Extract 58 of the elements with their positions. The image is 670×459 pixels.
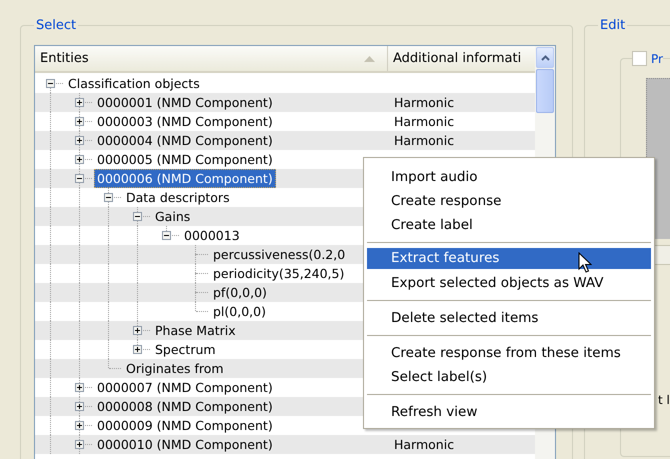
tree-item[interactable]: 0000004 (NMD Component) xyxy=(94,131,276,150)
tree-item[interactable]: 0000005 (NMD Component) xyxy=(94,150,276,169)
field-label: t l xyxy=(658,393,670,407)
expand-icon[interactable] xyxy=(75,155,84,164)
collapse-icon[interactable] xyxy=(104,193,113,202)
tree-item[interactable]: 0000010 (NMD Component) xyxy=(94,435,276,454)
info-cell: Harmonic xyxy=(394,114,454,129)
tree-item[interactable]: 0000007 (NMD Component) xyxy=(94,378,276,397)
tree-item[interactable]: pf(0,0,0) xyxy=(210,283,270,302)
tree-item[interactable]: percussiveness(0.2,0 xyxy=(210,245,348,264)
menu-item[interactable]: Select label(s) xyxy=(367,365,651,389)
collapse-icon[interactable] xyxy=(133,212,142,221)
tree-item[interactable]: pl(0,0,0) xyxy=(210,302,269,321)
tree-item[interactable]: Classification objects xyxy=(65,74,203,93)
tree-item[interactable]: Spectrum xyxy=(152,340,219,359)
expand-icon[interactable] xyxy=(75,421,84,430)
collapse-icon[interactable] xyxy=(46,79,55,88)
info-cell: Harmonic xyxy=(394,95,454,110)
sort-arrow-icon xyxy=(364,56,375,62)
expand-icon[interactable] xyxy=(75,117,84,126)
chevron-up-icon xyxy=(540,54,550,60)
tree-item[interactable]: Gains xyxy=(152,207,194,226)
info-cell: Harmonic xyxy=(394,133,454,148)
menu-item[interactable]: Extract features xyxy=(367,248,651,269)
menu-item[interactable]: Create response from these items xyxy=(367,341,651,365)
expand-icon[interactable] xyxy=(75,383,84,392)
collapse-icon[interactable] xyxy=(162,231,171,240)
menu-item[interactable]: Import audio xyxy=(367,165,651,189)
tree-item[interactable]: Data descriptors xyxy=(123,188,233,207)
tree-item[interactable]: 0000006 (NMD Component) xyxy=(94,169,276,188)
tree-item[interactable]: 0000013 xyxy=(181,226,243,245)
checkbox-label: Pr xyxy=(651,52,663,66)
scroll-up-button[interactable] xyxy=(536,47,554,68)
column-header[interactable]: Entities xyxy=(35,46,388,71)
collapse-icon[interactable] xyxy=(75,174,84,183)
tree-item[interactable]: periodicity(35,240,5) xyxy=(210,264,348,283)
column-header[interactable]: Additional informati xyxy=(388,46,522,71)
info-cell: Harmonic xyxy=(394,437,454,452)
expand-icon[interactable] xyxy=(133,345,142,354)
expand-icon[interactable] xyxy=(75,136,84,145)
menu-item[interactable]: Export selected objects as WAV xyxy=(367,271,651,295)
checkbox[interactable] xyxy=(632,51,647,66)
tree-item[interactable]: 0000003 (NMD Component) xyxy=(94,112,276,131)
menu-item[interactable]: Refresh view xyxy=(367,400,651,424)
scrollbar-thumb[interactable] xyxy=(536,69,554,113)
cursor-icon xyxy=(578,252,592,274)
tree-item[interactable]: Phase Matrix xyxy=(152,321,239,340)
menu-item[interactable]: Delete selected items xyxy=(367,306,651,330)
expand-icon[interactable] xyxy=(133,326,142,335)
menu-item[interactable]: Create label xyxy=(367,213,651,237)
tree-item[interactable]: 0000009 (NMD Component) xyxy=(94,416,276,435)
tree-item[interactable]: 0000001 (NMD Component) xyxy=(94,93,276,112)
group-title: Edit xyxy=(599,18,626,33)
expand-icon[interactable] xyxy=(75,440,84,449)
expand-icon[interactable] xyxy=(75,98,84,107)
group-title: Select xyxy=(35,18,78,33)
menu-item[interactable]: Create response xyxy=(367,189,651,213)
expand-icon[interactable] xyxy=(75,402,84,411)
